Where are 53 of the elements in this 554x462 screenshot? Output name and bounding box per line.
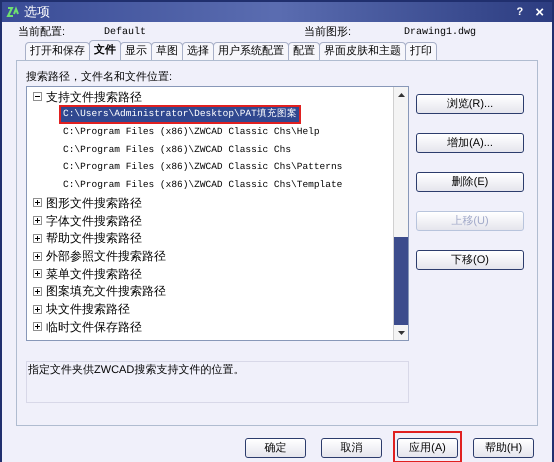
expand-icon[interactable] (33, 269, 42, 278)
tree-item[interactable]: 临时文件保存路径 (46, 318, 142, 336)
dialog-button[interactable]: 确定 (245, 438, 306, 458)
dialog-button[interactable]: 取消 (321, 438, 382, 458)
tab[interactable]: 配置 (288, 42, 320, 60)
tab[interactable]: 界面皮肤和主题 (319, 42, 406, 60)
description-text: 指定文件夹供ZWCAD搜索支持文件的位置。 (27, 362, 246, 378)
tree-item[interactable]: 支持文件搜索路径 (46, 88, 142, 106)
expand-icon[interactable] (33, 322, 42, 332)
scroll-down-icon[interactable] (398, 330, 404, 334)
tree-item[interactable]: 帮助文件搜索路径 (46, 229, 142, 248)
tree-item[interactable]: 字体文件搜索路径 (46, 212, 142, 230)
tab[interactable]: 草图 (151, 42, 183, 60)
expand-icon[interactable] (33, 304, 42, 314)
tab[interactable]: 显示 (120, 42, 152, 60)
tree-item[interactable]: 块文件搜索路径 (46, 300, 130, 318)
dialog-button[interactable]: 下移(O) (416, 250, 524, 270)
tab[interactable]: 打开和保存 (25, 42, 90, 60)
path-item[interactable]: C:\Program Files (x86)\ZWCAD Classic Chs\Help (61, 125, 322, 140)
expand-icon[interactable] (33, 234, 42, 243)
expand-icon[interactable] (33, 216, 42, 226)
dialog-button[interactable]: 帮助(H) (473, 438, 534, 458)
tree-item[interactable]: 外部参照文件搜索路径 (46, 247, 166, 266)
dialog-button[interactable]: 应用(A) (397, 438, 458, 458)
help-button[interactable]: ? (516, 4, 524, 20)
profile-name: Default (104, 26, 148, 40)
dialog-button[interactable]: 删除(E) (416, 172, 524, 192)
tree-item[interactable]: 图案填充文件搜索路径 (46, 282, 166, 300)
tree-item[interactable]: 图形文件搜索路径 (46, 194, 142, 212)
path-item[interactable]: C:\Users\Administrator\Desktop\PAT填充图案 (61, 107, 299, 122)
drawing-label: 当前图形: (304, 24, 352, 40)
expand-icon[interactable] (33, 286, 42, 296)
path-item[interactable]: C:\Program Files (x86)\ZWCAD Classic Chs\Template (61, 178, 344, 192)
collapse-icon[interactable] (33, 92, 42, 102)
scroll-up-icon[interactable] (398, 92, 404, 96)
window-title: 选项 (24, 3, 50, 22)
profile-label: 当前配置: (18, 24, 66, 40)
tree-item[interactable]: 菜单文件搜索路径 (46, 264, 142, 283)
tab[interactable]: 打印 (405, 42, 437, 60)
path-item[interactable]: C:\Program Files (x86)\ZWCAD Classic Chs (61, 142, 294, 158)
tab[interactable]: 用户系统配置 (213, 42, 289, 60)
scrollbar[interactable] (393, 87, 408, 340)
path-item[interactable]: C:\Program Files (x86)\ZWCAD Classic Chs\Patterns (61, 160, 344, 175)
expand-icon[interactable] (33, 252, 42, 261)
app-logo-icon (6, 5, 20, 19)
tab[interactable]: 选择 (182, 42, 214, 60)
dialog-button[interactable]: 增加(A)... (416, 133, 524, 154)
drawing-name: Drawing1.dwg (404, 26, 476, 40)
scroll-thumb[interactable] (394, 237, 408, 325)
expand-icon[interactable] (33, 198, 42, 208)
dialog-button[interactable]: 浏览(R)... (416, 94, 524, 114)
close-button[interactable]: × (535, 4, 544, 20)
tree-label: 搜索路径，文件名和文件位置: (26, 70, 174, 83)
